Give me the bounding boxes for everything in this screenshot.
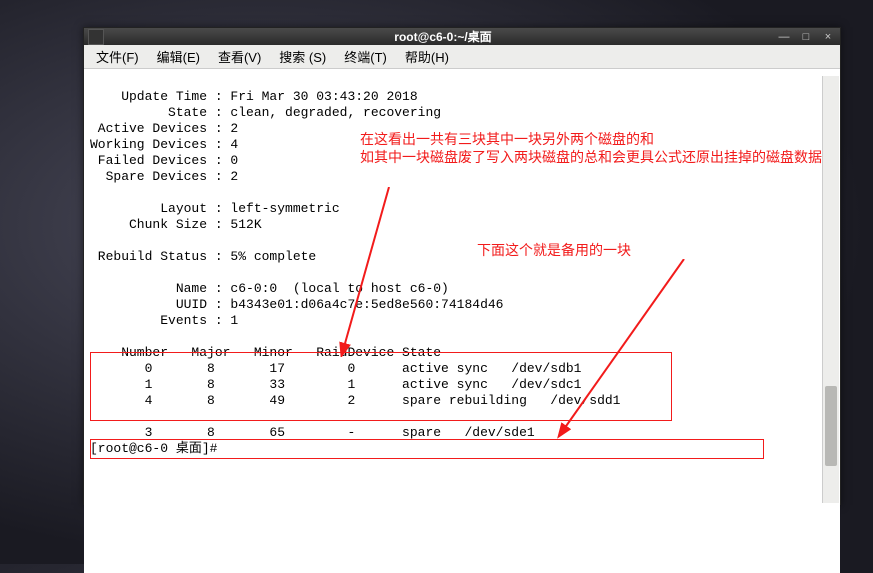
scrollbar[interactable] (822, 76, 839, 503)
menu-edit[interactable]: 编辑(E) (149, 45, 208, 68)
line: 0 8 17 0 active sync /dev/sdb1 (90, 361, 581, 376)
line: 3 8 65 - spare /dev/sde1 (90, 425, 535, 440)
line: Spare Devices : 2 (90, 169, 238, 184)
menu-help[interactable]: 帮助(H) (397, 45, 457, 68)
arrow-icon (554, 259, 714, 439)
minimize-button[interactable]: — (776, 30, 792, 44)
menu-terminal[interactable]: 终端(T) (336, 45, 395, 68)
terminal-output[interactable]: Update Time : Fri Mar 30 03:43:20 2018 S… (84, 69, 840, 573)
line: UUID : b4343e01:d06a4c7e:5ed8e560:74184d… (90, 297, 503, 312)
arrow-icon (334, 187, 404, 357)
titlebar[interactable]: root@c6-0:~/桌面 — □ × (84, 28, 840, 45)
prompt: [root@c6-0 桌面]# (90, 441, 225, 456)
window-icon (88, 29, 104, 45)
line: Rebuild Status : 5% complete (90, 249, 316, 264)
terminal-window: root@c6-0:~/桌面 — □ × 文件(F) 编辑(E) 查看(V) 搜… (83, 27, 841, 505)
line: 1 8 33 1 active sync /dev/sdc1 (90, 377, 581, 392)
line: Update Time : Fri Mar 30 03:43:20 2018 (90, 89, 418, 104)
annotation-text-1: 在这看出一共有三块其中一块另外两个磁盘的和 如其中一块磁盘废了写入两块磁盘的总和… (360, 132, 830, 168)
line: Layout : left-symmetric (90, 201, 340, 216)
line: Active Devices : 2 (90, 121, 238, 136)
annotation-text-2: 下面这个就是备用的一块 (477, 243, 777, 261)
line: State : clean, degraded, recovering (90, 105, 441, 120)
menubar: 文件(F) 编辑(E) 查看(V) 搜索 (S) 终端(T) 帮助(H) (84, 45, 840, 69)
maximize-button[interactable]: □ (798, 30, 814, 44)
close-button[interactable]: × (820, 30, 836, 44)
line: Events : 1 (90, 313, 238, 328)
line: Name : c6-0:0 (local to host c6-0) (90, 281, 449, 296)
line: Chunk Size : 512K (90, 217, 262, 232)
menu-search[interactable]: 搜索 (S) (271, 45, 334, 68)
menu-view[interactable]: 查看(V) (210, 45, 269, 68)
scroll-thumb[interactable] (825, 386, 837, 466)
line: Failed Devices : 0 (90, 153, 238, 168)
line: 4 8 49 2 spare rebuilding /dev/sdd1 (90, 393, 621, 408)
window-title: root@c6-0:~/桌面 (110, 28, 776, 45)
menu-file[interactable]: 文件(F) (88, 45, 147, 68)
line: Number Major Minor RaidDevice State (90, 345, 441, 360)
line: Working Devices : 4 (90, 137, 238, 152)
